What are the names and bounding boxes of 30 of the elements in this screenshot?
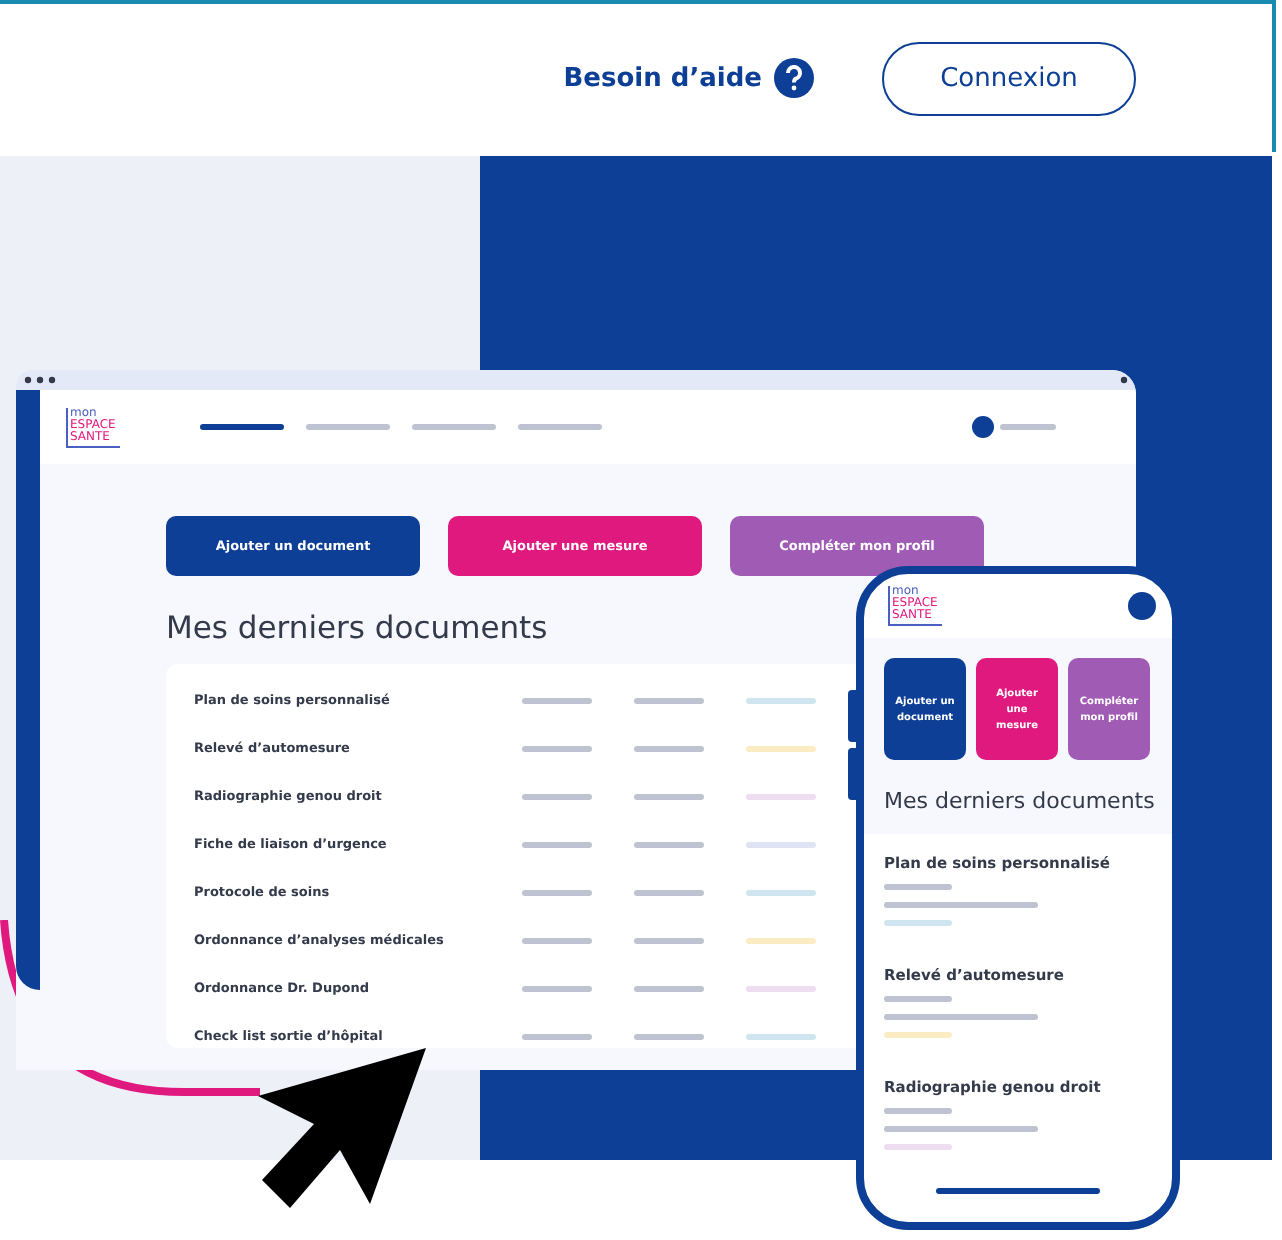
question-icon [774,58,814,98]
placeholder-line [522,793,592,799]
login-button[interactable]: Connexion [882,41,1136,115]
placeholder-line [522,985,592,991]
placeholder-line [634,745,704,751]
placeholder-line [884,1108,952,1114]
avatar[interactable] [972,416,994,438]
placeholder-line [522,697,592,703]
placeholder-line [522,889,592,895]
placeholder-line [884,884,952,890]
section-title: Mes derniers documents [166,610,548,646]
placeholder-line [634,793,704,799]
window-dot-icon [1120,376,1128,384]
placeholder-line [634,889,704,895]
placeholder-line [522,937,592,943]
placeholder-line [634,697,704,703]
placeholder-line [522,745,592,751]
placeholder-line [634,1033,704,1039]
placeholder-line [634,937,704,943]
placeholder-line [522,1033,592,1039]
avatar[interactable] [1128,592,1156,620]
window-dots-icon [24,376,56,384]
placeholder-line [522,841,592,847]
placeholder-line [634,841,704,847]
nav-tab[interactable] [199,424,284,430]
placeholder-line [1000,424,1056,430]
help-link[interactable]: Besoin d’aide [563,58,814,98]
placeholder-line [634,985,704,991]
section-title: Mes derniers documents [884,788,1155,814]
placeholder-line [884,996,952,1002]
